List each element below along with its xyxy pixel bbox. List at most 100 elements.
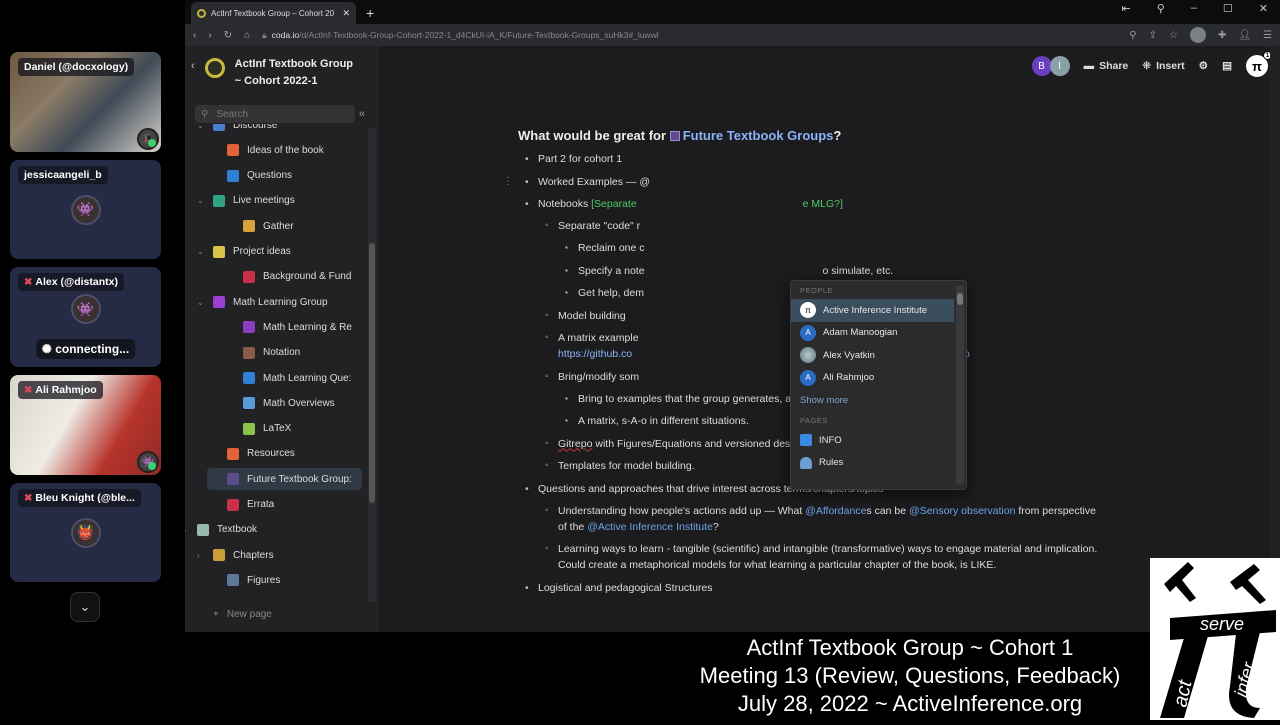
address-bar-row: ‹ › ↻ ⌂ 🔒︎ coda.io/d/ActInf-Textbook-Gro… — [185, 24, 1280, 46]
rules-page-icon — [800, 456, 812, 469]
scrollbar-thumb[interactable] — [369, 243, 375, 503]
settings-gear-icon[interactable]: ⚙ — [1199, 60, 1208, 72]
sidebar-item[interactable]: Errata — [227, 494, 274, 516]
video-tile-jessica[interactable]: jessicaangeli_b 👾 — [10, 160, 161, 259]
share-page-icon[interactable]: ⇪ — [1149, 30, 1157, 41]
video-tile-alex[interactable]: ✖ Alex (@distantx) 👾 ✺ connecting... — [10, 267, 161, 367]
close-window-button[interactable]: ✕ — [1259, 2, 1268, 15]
pi-logo-icon: π — [1252, 58, 1262, 74]
sidebar-item[interactable]: Resources — [227, 443, 295, 465]
show-more-link[interactable]: Show more — [791, 389, 966, 411]
profile-avatar[interactable] — [1189, 27, 1206, 43]
sidebar-item[interactable]: Math Learning Que: — [243, 367, 351, 389]
sidebar-item[interactable]: › Chapters — [197, 544, 274, 566]
sidebar-scrollbar[interactable] — [368, 128, 376, 602]
close-tab-icon[interactable]: ✕ — [342, 8, 350, 19]
expand-tiles-button[interactable]: ⌄ — [70, 592, 100, 622]
list-item: Part 2 for cohort 1 — [525, 151, 1098, 167]
mention-page-option[interactable]: Rules — [791, 452, 954, 475]
page-icon — [243, 270, 255, 283]
sidebar-item[interactable]: Background & Fund — [243, 266, 351, 288]
back-chevron-icon[interactable]: ‹ — [191, 60, 195, 72]
chevron-down-icon[interactable]: ⌄ — [197, 196, 205, 205]
insert-button[interactable]: ⁜ Insert — [1142, 60, 1184, 72]
sidebar-item[interactable]: ⌄ Discourse — [197, 124, 277, 136]
mention-option[interactable]: A Ali Rahmjoo — [791, 367, 954, 390]
video-tile-daniel[interactable]: Daniel (@docxology) 🎩 — [10, 52, 161, 152]
sidebar-item-label: Project ideas — [233, 246, 291, 257]
account-icon[interactable]: 👤︎ — [1238, 30, 1251, 41]
search-tabs-icon[interactable]: ⚲ — [1157, 2, 1165, 15]
extensions-icon[interactable]: ✚ — [1218, 30, 1226, 41]
sidebar-item-label: Math Learning Que: — [263, 372, 352, 384]
github-link[interactable]: https://github.co — [558, 348, 632, 360]
mention-affordance[interactable]: @Affordance — [805, 505, 866, 517]
page-icon — [213, 124, 225, 131]
sidebar-item[interactable]: ⌄ Project ideas — [197, 241, 291, 263]
chevron-down-icon[interactable]: ⌄ — [197, 298, 205, 307]
sidebar-item[interactable]: ⌄ Live meetings — [197, 190, 295, 212]
chevron-down-icon[interactable]: ⌄ — [185, 525, 189, 534]
page-link[interactable]: Future Textbook Groups — [683, 128, 834, 143]
page-icon — [227, 498, 239, 511]
doc-title[interactable]: ActInf Textbook Group ~ Cohort 2022-1 — [235, 56, 353, 90]
mention-sensory-observation[interactable]: @Sensory observation — [909, 505, 1015, 517]
media-icon[interactable]: ⇤ — [1122, 2, 1131, 15]
video-tile-bleu[interactable]: ✖ Bleu Knight (@ble... 👹 — [10, 483, 161, 582]
sidebar-item[interactable]: Gather — [243, 215, 294, 237]
sidebar-item[interactable]: Figures — [227, 569, 280, 591]
sidebar-item[interactable]: Questions — [227, 165, 292, 187]
chevron-right-icon[interactable]: › — [197, 551, 205, 560]
mention-option[interactable]: π Active Inference Institute — [791, 299, 954, 322]
chevron-down-icon[interactable]: ⌄ — [197, 124, 205, 130]
reload-icon[interactable]: ↻ — [224, 30, 232, 41]
minimize-button[interactable]: – — [1191, 2, 1197, 15]
doc-canvas: B I ▬ Share ⁜ Insert ⚙ ▤ π1 What would be … — [378, 46, 1280, 632]
chevron-down-icon[interactable]: ⌄ — [197, 247, 205, 256]
sidebar-item[interactable]: ⌄ Textbook — [185, 519, 257, 541]
menu-icon[interactable]: ☰ — [1263, 30, 1272, 41]
collapse-sidebar-icon[interactable]: « — [359, 108, 365, 120]
mention-option[interactable]: Alex Vyatkin — [791, 344, 954, 367]
forward-icon[interactable]: › — [208, 30, 211, 41]
popup-scrollbar[interactable] — [956, 285, 964, 485]
sidebar-item[interactable]: LaTeX — [243, 418, 291, 440]
folder-icon: ▬ — [1083, 60, 1095, 72]
page-content[interactable]: What would be great for Future Textbook … — [503, 128, 1098, 602]
back-icon[interactable]: ‹ — [193, 30, 196, 41]
browser-actions: ⚲ ⇪ ☆ ✚ 👤︎ ☰ — [1129, 27, 1272, 43]
new-page-button[interactable]: + New page — [213, 609, 272, 620]
sidebar-item-label: LaTeX — [263, 423, 292, 435]
sidebar-item[interactable]: Future Textbook Group: — [207, 468, 362, 491]
mention-active-inference-institute[interactable]: @Active Inference Institute — [587, 521, 713, 533]
account-logo[interactable]: π1 — [1246, 51, 1272, 77]
mention-option[interactable]: A Adam Manoogian — [791, 322, 954, 345]
home-icon[interactable]: ⌂ — [244, 30, 250, 41]
sidebar-item[interactable]: Notation — [243, 342, 300, 364]
new-tab-button[interactable]: + — [366, 5, 374, 21]
collaborator-avatar[interactable]: I — [1049, 56, 1070, 76]
sidebar-item[interactable]: Ideas of the book — [227, 139, 324, 161]
mention-page-option[interactable]: INFO — [791, 429, 954, 452]
doc-header: ‹ ActInf Textbook Group ~ Cohort 2022-1 — [185, 46, 377, 100]
maximize-button[interactable]: ☐ — [1223, 2, 1233, 15]
sidebar-item[interactable]: Math Learning & Re — [243, 316, 352, 338]
url-field[interactable]: 🔒︎ coda.io/d/ActInf-Textbook-Group-Cohor… — [262, 27, 1117, 43]
coda-favicon-icon — [197, 8, 206, 18]
browser-tab[interactable]: ActInf Textbook Group – Cohort 20 ✕ — [191, 2, 356, 24]
sidebar-item-label: Background & Fund — [263, 271, 352, 283]
bookmark-star-icon[interactable]: ☆ — [1169, 30, 1178, 41]
sidebar-item[interactable]: Math Overviews — [243, 392, 335, 414]
sidebar-item-label: Gather — [263, 220, 294, 232]
drag-handle-icon[interactable]: ⋮ — [503, 174, 513, 190]
collaborator-avatar[interactable]: B — [1031, 56, 1052, 76]
video-tile-ali[interactable]: ✖ Ali Rahmjoo 👾 — [10, 375, 161, 475]
canvas-scrollbar[interactable] — [1270, 46, 1280, 632]
share-button[interactable]: ▬ Share — [1084, 60, 1129, 72]
zoom-icon[interactable]: ⚲ — [1129, 30, 1136, 41]
sidebar-item[interactable]: ⌄ Math Learning Group — [197, 291, 328, 313]
search-input[interactable]: ⚲ Search — [195, 105, 355, 123]
heading-suffix: ? — [833, 128, 842, 143]
page-icon — [213, 296, 225, 309]
comments-icon[interactable]: ▤ — [1222, 60, 1232, 72]
